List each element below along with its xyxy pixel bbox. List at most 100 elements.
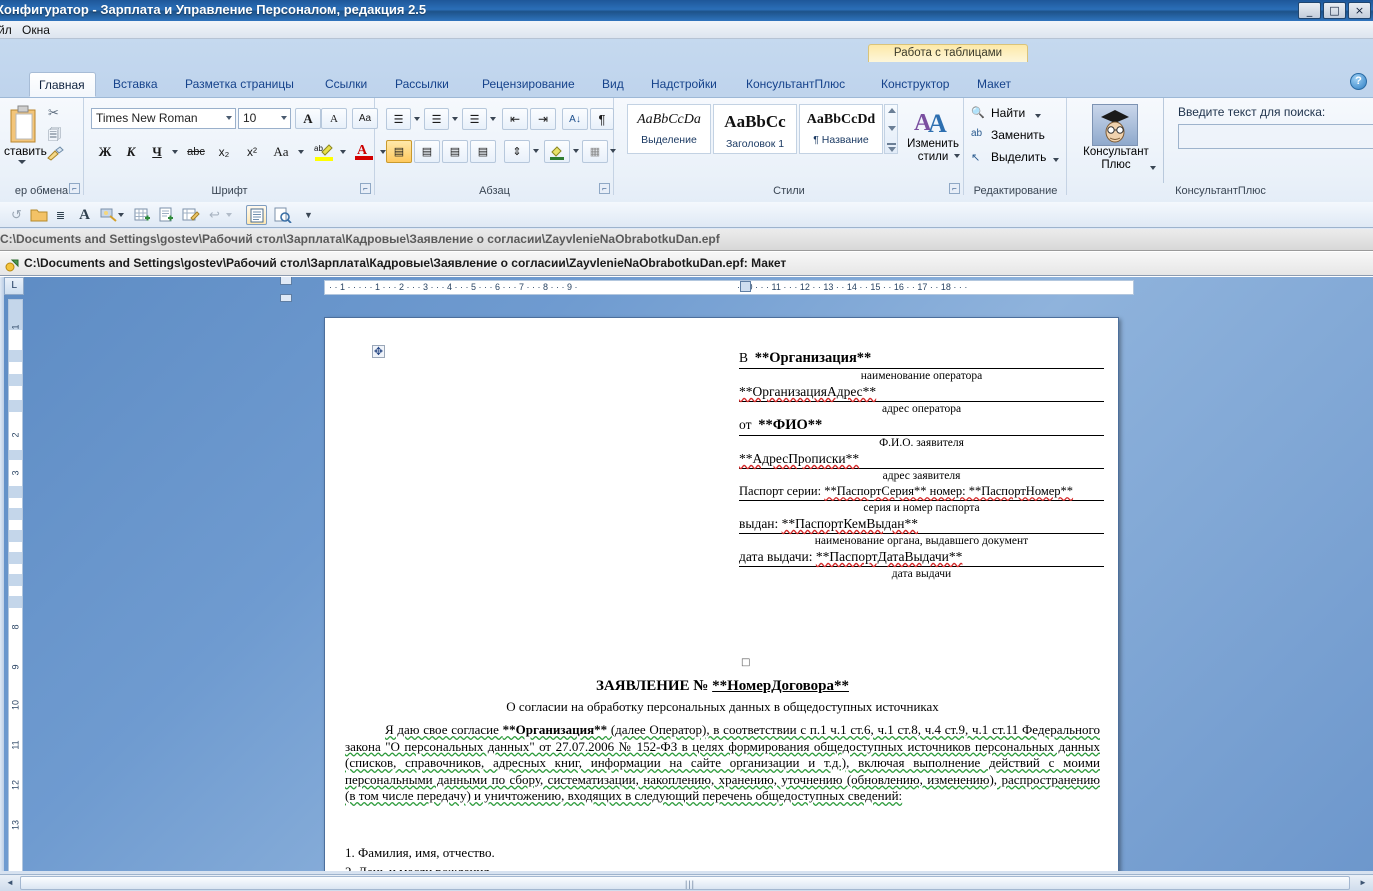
font-size-combo[interactable]: 10 <box>238 108 291 129</box>
style-item-emphasis[interactable]: AaBbCcDa Выделение <box>627 104 711 154</box>
font-family-combo[interactable]: Times New Roman <box>91 108 236 129</box>
paste-button-label[interactable]: ставить <box>4 144 47 158</box>
font-dialog-launcher[interactable]: ⌐ <box>360 183 371 194</box>
highlight-dropdown-icon[interactable] <box>340 150 346 154</box>
underline-dropdown-icon[interactable] <box>172 150 178 154</box>
chevron-down-icon[interactable] <box>452 117 458 121</box>
chevron-down-icon[interactable] <box>226 116 232 120</box>
menu-item-windows[interactable]: Окна <box>22 23 50 37</box>
styles-gallery-expand-icon[interactable] <box>888 147 896 152</box>
format-painter-icon[interactable] <box>46 146 64 165</box>
italic-button[interactable]: К <box>119 141 143 163</box>
chevron-down-icon[interactable] <box>1035 114 1041 118</box>
styles-scroll-bar[interactable] <box>884 104 898 154</box>
subscript-button[interactable]: x₂ <box>211 141 237 163</box>
scroll-down-icon[interactable] <box>888 126 896 131</box>
undo-circle-icon[interactable]: ↺ <box>6 205 27 225</box>
copy-icon[interactable]: 🗐 <box>48 126 61 148</box>
minimize-button[interactable]: _ <box>1298 2 1321 19</box>
replace-icon[interactable]: ab <box>971 128 982 139</box>
find-icon[interactable]: 🔍 <box>971 106 985 119</box>
scroll-left-arrow-icon[interactable]: ◄ <box>2 876 18 890</box>
align-right-icon[interactable]: ▤ <box>442 140 468 163</box>
consultant-search-input[interactable] <box>1178 124 1373 149</box>
chevron-down-icon[interactable] <box>226 213 232 217</box>
decrease-indent-icon[interactable]: ⇤ <box>502 108 528 130</box>
font-color-icon[interactable]: A <box>351 139 377 163</box>
tab-view[interactable]: Вид <box>593 72 633 97</box>
tab-consultant-plus[interactable]: КонсультантПлюс <box>737 72 854 97</box>
paste-icon[interactable] <box>5 104 41 146</box>
strikethrough-button[interactable]: abc <box>183 141 209 163</box>
chevron-down-icon[interactable] <box>281 116 287 120</box>
chevron-down-icon[interactable] <box>414 117 420 121</box>
style-item-title[interactable]: AaBbCcDd ¶ Название <box>799 104 883 154</box>
table-add-icon[interactable] <box>132 205 153 225</box>
tab-page-layout[interactable]: Разметка страницы <box>176 72 303 97</box>
clipboard-dialog-launcher[interactable]: ⌐ <box>69 183 80 194</box>
maximize-button[interactable]: □ <box>1323 2 1346 19</box>
select-button-label[interactable]: Выделить <box>991 150 1046 164</box>
change-styles-label[interactable]: Изменить стили <box>905 138 961 164</box>
style-item-heading1[interactable]: AaBbCc Заголовок 1 <box>713 104 797 154</box>
scroll-right-arrow-icon[interactable]: ► <box>1355 876 1371 890</box>
tab-table-design[interactable]: Конструктор <box>872 72 958 97</box>
bullet-list-icon[interactable]: ☰ <box>386 108 411 130</box>
line-spacing-icon[interactable]: ⇕ <box>504 140 530 163</box>
chevron-down-icon[interactable] <box>1053 158 1059 162</box>
page-add-icon[interactable] <box>156 205 177 225</box>
borders-icon[interactable]: ▦ <box>582 140 608 163</box>
change-case-dropdown-icon[interactable] <box>298 150 304 154</box>
select-cursor-icon[interactable]: ↖ <box>971 151 980 164</box>
tab-review[interactable]: Рецензирование <box>473 72 584 97</box>
document-view-icon[interactable] <box>246 205 267 225</box>
close-button[interactable]: × <box>1348 2 1371 19</box>
tab-mailings[interactable]: Рассылки <box>386 72 458 97</box>
paragraph-dialog-launcher[interactable]: ⌐ <box>599 183 610 194</box>
shrink-font-icon[interactable]: A <box>321 108 347 129</box>
chevron-down-icon[interactable] <box>954 154 960 158</box>
chevron-down-icon[interactable] <box>490 117 496 121</box>
scroll-up-icon[interactable] <box>888 108 896 113</box>
highlight-color-icon[interactable]: ab <box>311 141 337 163</box>
undo-arrow-icon[interactable]: ↩ <box>204 205 225 225</box>
replace-button-label[interactable]: Заменить <box>991 128 1045 142</box>
horizontal-ruler[interactable]: · · 1 · · · · · 1 · · · 2 · · · 3 · · · … <box>324 280 1134 295</box>
find-button-label[interactable]: Найти <box>991 106 1025 120</box>
styles-more-icon[interactable] <box>887 143 896 145</box>
document-page[interactable]: ✥ В **Организация** наименование операто… <box>324 317 1119 874</box>
more-chevron-icon[interactable]: ▼ <box>298 205 319 225</box>
superscript-button[interactable]: x² <box>239 141 265 163</box>
hanging-indent-marker[interactable] <box>280 294 292 302</box>
menu-item-file[interactable]: йл <box>0 23 12 37</box>
underline-button[interactable]: Ч <box>145 141 169 163</box>
chevron-down-icon[interactable] <box>118 213 124 217</box>
horizontal-scrollbar[interactable]: ◄ ||| ► <box>0 874 1373 891</box>
horizontal-scroll-thumb[interactable]: ||| <box>20 876 1350 890</box>
tab-references[interactable]: Ссылки <box>316 72 376 97</box>
right-indent-marker[interactable] <box>740 281 751 292</box>
table-move-handle-icon[interactable]: ✥ <box>372 345 385 358</box>
chevron-down-icon[interactable] <box>533 149 539 153</box>
align-left-icon[interactable]: ▤ <box>386 140 412 163</box>
align-center-icon[interactable]: ▤ <box>414 140 440 163</box>
justify-icon[interactable]: ▤ <box>470 140 496 163</box>
wand-icon[interactable] <box>98 205 119 225</box>
vertical-ruler[interactable]: 1 2 3 8 9 10 11 12 13 <box>8 299 23 874</box>
bold-button[interactable]: Ж <box>93 141 117 163</box>
numbered-list-icon[interactable]: ☰ <box>424 108 449 130</box>
edit-table-icon[interactable] <box>180 205 201 225</box>
list-icon[interactable]: ≣ <box>50 205 71 225</box>
increase-indent-icon[interactable]: ⇥ <box>530 108 556 130</box>
document-tab-title[interactable]: C:\Documents and Settings\gostev\Рабочий… <box>24 252 786 275</box>
consultant-plus-icon[interactable] <box>1092 104 1138 146</box>
tab-insert[interactable]: Вставка <box>104 72 167 97</box>
paste-dropdown-icon[interactable] <box>18 160 26 164</box>
help-icon[interactable]: ? <box>1350 73 1367 90</box>
styles-dialog-launcher[interactable]: ⌐ <box>949 183 960 194</box>
open-folder-icon[interactable] <box>28 205 49 225</box>
tab-table-layout[interactable]: Макет <box>968 72 1020 97</box>
shading-icon[interactable] <box>544 140 570 163</box>
grow-font-icon[interactable]: A <box>295 108 321 129</box>
chevron-down-icon[interactable] <box>1150 166 1156 170</box>
